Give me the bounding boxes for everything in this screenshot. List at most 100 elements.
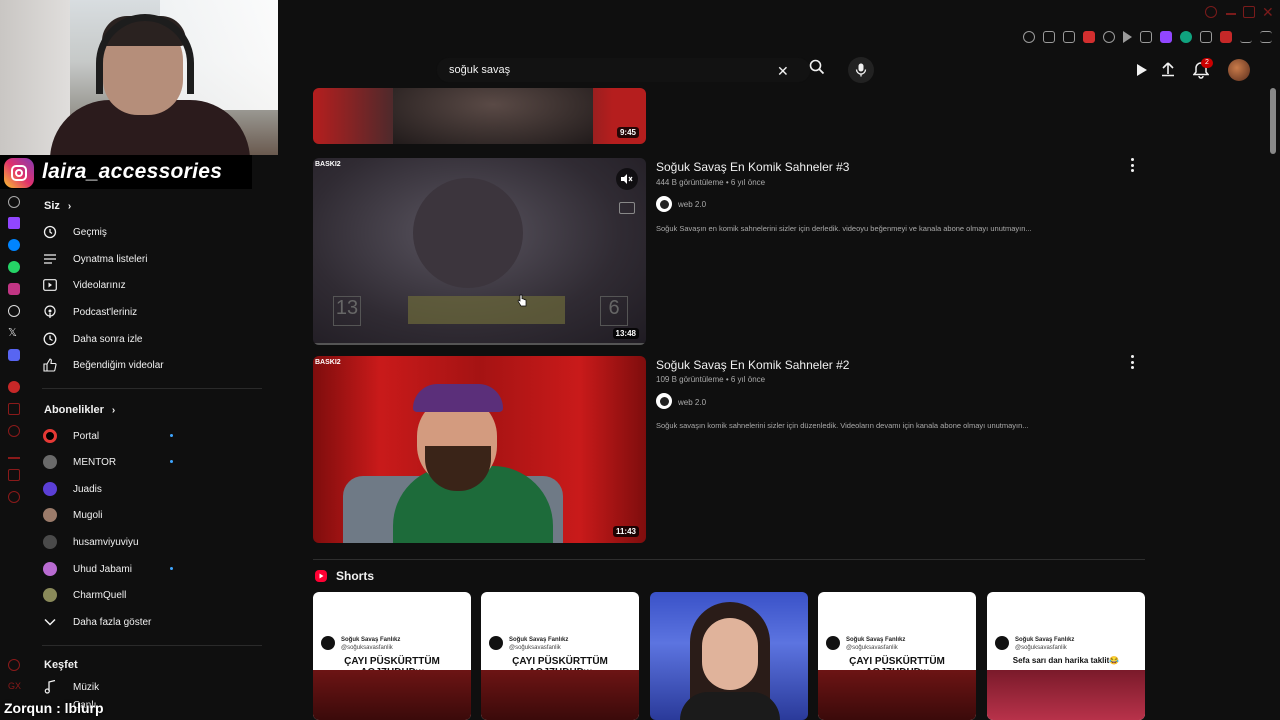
short-channel-name: Soğuk Savaş Fanlıkz: [341, 637, 401, 643]
subscription-label: MENTOR: [73, 456, 117, 468]
video-title[interactable]: Soğuk Savaş En Komik Sahneler #2: [656, 358, 849, 372]
page-scrollbar[interactable]: [1270, 88, 1276, 154]
more-actions-icon[interactable]: [1130, 355, 1134, 369]
twitch-ext-icon[interactable]: [1160, 31, 1172, 43]
extension-rail-icon[interactable]: [8, 659, 20, 671]
subscription-juadis[interactable]: Juadis: [42, 476, 262, 502]
short-card[interactable]: Soğuk Savaş Fanlıkz @soğuksavasfanlik ÇAY…: [818, 592, 976, 720]
sidebar-item-history[interactable]: Geçmiş: [42, 219, 262, 245]
podcast-icon: [42, 304, 58, 320]
bookmark-icon[interactable]: [1043, 31, 1055, 43]
messenger-icon[interactable]: [8, 239, 20, 251]
search-query[interactable]: soğuk savaş: [449, 64, 510, 76]
captions-icon[interactable]: [619, 202, 635, 214]
whatsapp-icon[interactable]: [8, 261, 20, 273]
voice-search-button[interactable]: [848, 57, 874, 83]
sidebar-item-watch-later[interactable]: Daha sonra izle: [42, 326, 262, 352]
video-thumbnail[interactable]: BASKI2 11:43: [313, 356, 646, 543]
grid-icon[interactable]: [1140, 31, 1152, 43]
wallet-icon[interactable]: [8, 403, 20, 415]
more-actions-icon[interactable]: [1130, 158, 1134, 172]
sidebar-item-your-videos[interactable]: Videolarınız: [42, 272, 262, 298]
history-rail-icon[interactable]: [8, 425, 20, 437]
you-section-header[interactable]: Siz ›: [44, 200, 71, 212]
minimize-icon[interactable]: [1226, 13, 1236, 15]
browser-sidebar-rail: 𝕏 GX: [0, 190, 28, 700]
clear-search-icon[interactable]: ✕: [777, 63, 789, 80]
channel-avatar: [42, 534, 58, 550]
discord-icon[interactable]: [8, 349, 20, 361]
search-window-icon[interactable]: [1205, 6, 1217, 18]
green-ext-icon[interactable]: [1180, 31, 1192, 43]
instagram-rail-icon[interactable]: [8, 283, 20, 295]
history-icon: [42, 224, 58, 240]
short-card[interactable]: Soğuk Savaş Fanlıkz @soğuksavasfanlik ÇAY…: [313, 592, 471, 720]
notification-badge: 2: [1201, 58, 1213, 68]
x-icon[interactable]: 𝕏: [8, 327, 20, 339]
video-thumbnail[interactable]: 9:45: [313, 88, 646, 144]
subscription-uhud-jabami[interactable]: Uhud Jabami: [42, 556, 262, 582]
instagram-icon: [4, 158, 34, 188]
search-input[interactable]: soğuk savaş ✕: [436, 57, 811, 83]
your-videos-icon: [42, 277, 58, 293]
sidebar-item-label: Müzik: [73, 681, 100, 693]
sidebar-item-liked-videos[interactable]: Beğendiğim videolar: [42, 352, 262, 378]
thumbnail-number-right: 6: [600, 296, 628, 326]
settings-rail-icon[interactable]: [8, 491, 20, 503]
create-icon[interactable]: [1134, 62, 1150, 78]
video-description: Soğuk Savaşın en komik sahnelerini sizle…: [656, 224, 1032, 233]
subscription-mentor[interactable]: MENTOR: [42, 449, 262, 475]
subscription-charmquell[interactable]: CharmQuell: [42, 582, 262, 608]
heart-icon[interactable]: [1103, 31, 1115, 43]
sidebar-item-music[interactable]: Müzik: [42, 674, 262, 700]
channel-avatar: [42, 587, 58, 603]
short-person-body: [680, 692, 780, 720]
subscription-mugoli[interactable]: Mugoli: [42, 502, 262, 528]
shield-red-icon[interactable]: [1083, 31, 1095, 43]
sidebar-item-playlists[interactable]: Oynatma listeleri: [42, 246, 262, 272]
channel-avatar[interactable]: [656, 196, 672, 212]
account-avatar[interactable]: [1228, 59, 1250, 81]
short-caption: Sefa sarı dan harika taklit😂: [1012, 656, 1120, 665]
mute-button[interactable]: [616, 168, 638, 190]
channel-name[interactable]: web 2.0: [678, 398, 706, 407]
chatgpt-icon[interactable]: [8, 196, 20, 208]
mute-icon: [621, 174, 633, 184]
close-window-icon[interactable]: ✕: [1262, 4, 1274, 21]
youtube-header: soğuk savaş ✕ 2: [278, 52, 1280, 88]
subscriptions-section-header[interactable]: Abonelikler ›: [44, 404, 115, 416]
more-rail-icon[interactable]: GX: [8, 681, 21, 693]
short-card[interactable]: [650, 592, 808, 720]
maximize-icon[interactable]: [1243, 6, 1255, 18]
thumbnail-caption-bar: [408, 296, 565, 324]
tiktok-icon[interactable]: [8, 305, 20, 317]
video-thumbnail-hover[interactable]: 13 6 BASKI2 13:48: [313, 158, 646, 345]
subscription-portal[interactable]: Portal: [42, 423, 262, 449]
twitch-icon[interactable]: [8, 217, 20, 229]
download-icon[interactable]: [1240, 31, 1252, 43]
puzzle-icon[interactable]: [1200, 31, 1212, 43]
explore-section-title: Keşfet: [44, 659, 78, 671]
menu-icon[interactable]: [1260, 31, 1272, 43]
channel-avatar[interactable]: [656, 393, 672, 409]
download-rail-icon[interactable]: [8, 447, 20, 459]
video-title[interactable]: Soğuk Savaş En Komik Sahneler #3: [656, 160, 849, 174]
short-card[interactable]: Soğuk Savaş Fanlıkz @soğuksavasfanlik ÇAY…: [481, 592, 639, 720]
short-channel-handle: @soğuksavasfanlik: [1015, 645, 1067, 651]
short-channel: Soğuk Savaş Fanlıkz @soğuksavasfanlik: [509, 636, 568, 652]
red-app-icon[interactable]: [8, 381, 20, 393]
adblock-icon[interactable]: [1220, 31, 1232, 43]
subscription-husamviyuviyu[interactable]: husamviyuviyu: [42, 529, 262, 555]
screenshot-icon[interactable]: [1063, 31, 1075, 43]
show-more-button[interactable]: Daha fazla göster: [42, 609, 262, 635]
short-card[interactable]: Soğuk Savaş Fanlıkz @soğuksavasfanlik Sef…: [987, 592, 1145, 720]
search-icon[interactable]: [809, 59, 825, 75]
sidebar-item-podcasts[interactable]: Podcast'leriniz: [42, 299, 262, 325]
channel-name[interactable]: web 2.0: [678, 200, 706, 209]
play-icon[interactable]: [1123, 31, 1132, 43]
box-icon[interactable]: [8, 469, 20, 481]
upload-icon[interactable]: [1160, 61, 1176, 77]
subscription-label: Uhud Jabami: [73, 563, 132, 575]
emoji-icon[interactable]: [1023, 31, 1035, 43]
short-channel-name: Soğuk Savaş Fanlıkz: [1015, 637, 1075, 643]
